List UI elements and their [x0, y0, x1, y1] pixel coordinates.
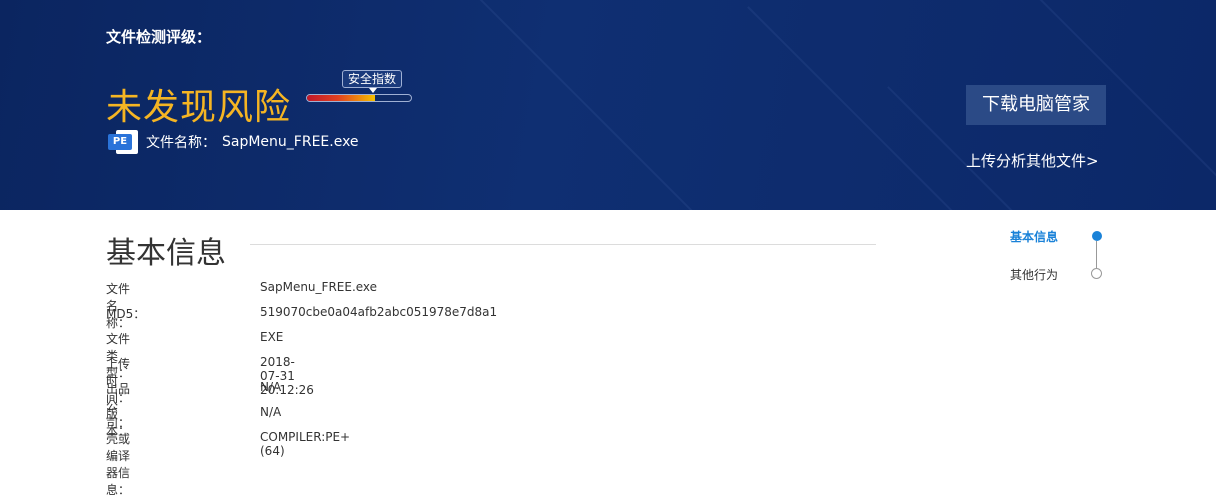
rating-label: 文件检测评级： — [106, 28, 212, 46]
info-key: 壳或编译器信息： — [106, 432, 131, 497]
info-value: COMPILER:PE+(64) — [260, 430, 351, 458]
side-nav-inactive-dot-icon — [1091, 268, 1102, 279]
banner-decoration — [467, 0, 695, 210]
upload-other-file-link[interactable]: 上传分析其他文件> — [966, 150, 1099, 171]
info-value: N/A — [260, 380, 282, 394]
pe-file-icon: PE — [108, 130, 140, 154]
info-value: EXE — [260, 330, 284, 344]
file-name-row: PE 文件名称： SapMenu_FREE.exe — [108, 130, 359, 154]
safety-index-fill — [307, 95, 375, 101]
result-banner: 文件检测评级： 未发现风险 安全指数 PE 文件名称： SapMenu_FREE… — [0, 0, 1216, 210]
side-nav-other-behavior[interactable]: 其他行为 — [1010, 266, 1058, 283]
info-value: 519070cbe0a04afb2abc051978e7d8a1 — [260, 305, 498, 319]
download-pc-manager-button[interactable]: 下载电脑管家 — [966, 85, 1106, 125]
verdict-text: 未发现风险 — [106, 87, 292, 128]
safety-index-tag: 安全指数 — [342, 70, 403, 93]
banner-decoration — [747, 6, 975, 210]
file-name-label: 文件名称： — [146, 135, 216, 151]
section-divider — [250, 244, 876, 245]
file-name-value: SapMenu_FREE.exe — [222, 134, 359, 150]
section-title: 基本信息 — [106, 236, 226, 271]
side-nav-active-dot-icon — [1092, 231, 1102, 241]
side-nav-connector — [1096, 241, 1097, 268]
side-nav-basic-info[interactable]: 基本信息 — [1010, 228, 1058, 245]
safety-index-bar — [306, 94, 412, 102]
info-value: SapMenu_FREE.exe — [260, 280, 378, 294]
info-value: N/A — [260, 405, 282, 419]
info-key: MD5： — [106, 307, 146, 321]
side-nav: 基本信息 其他行为 — [1010, 226, 1120, 286]
